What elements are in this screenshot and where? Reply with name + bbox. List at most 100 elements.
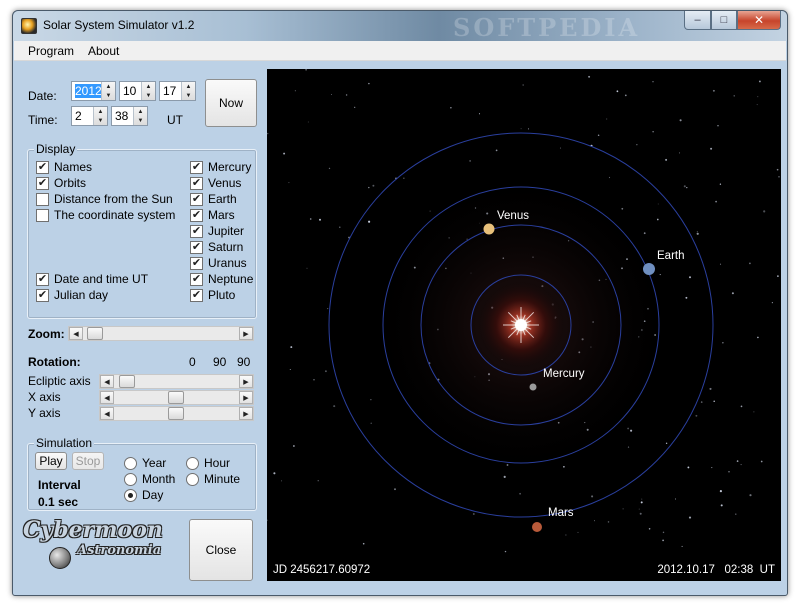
radio-dot-icon[interactable] (124, 472, 137, 486)
slider-track[interactable] (83, 327, 239, 340)
x-axis-slider[interactable]: ◀ ▶ (99, 390, 254, 405)
scroll-right-icon[interactable]: ▶ (239, 327, 253, 340)
scroll-right-icon[interactable]: ▶ (239, 391, 253, 404)
spin-down-icon[interactable]: ▼ (182, 91, 195, 100)
checkbox-pluto[interactable]: ✔ Pluto (190, 288, 235, 302)
month-spinner[interactable]: 10 ▲ ▼ (119, 81, 156, 101)
star (591, 495, 594, 498)
spin-up-icon[interactable]: ▲ (142, 82, 155, 91)
star (719, 490, 722, 493)
slider-thumb[interactable] (119, 375, 135, 388)
slider-track[interactable] (114, 391, 239, 404)
star (675, 498, 676, 500)
radio-dot-icon[interactable] (124, 488, 137, 502)
scroll-left-icon[interactable]: ◀ (69, 327, 83, 340)
checkmark-icon[interactable]: ✔ (190, 272, 203, 286)
checkbox-uranus[interactable]: ✔ Uranus (190, 256, 247, 270)
checkmark-icon[interactable]: ✔ (190, 224, 203, 238)
close-window-button[interactable]: ✕ (737, 11, 781, 30)
checkbox-distance-from-the-sun[interactable]: Distance from the Sun (36, 192, 173, 206)
checkmark-icon[interactable]: ✔ (36, 272, 49, 286)
radio-day[interactable]: Day (124, 488, 163, 502)
stop-button[interactable]: Stop (72, 452, 104, 470)
minimize-button[interactable]: – (684, 11, 711, 30)
scroll-right-icon[interactable]: ▶ (239, 375, 253, 388)
checkmark-icon[interactable]: ✔ (190, 176, 203, 190)
solar-system-view[interactable]: Mercury Venus Earth Mars JD 2456217.60972 2… (267, 69, 781, 581)
scroll-right-icon[interactable]: ▶ (239, 407, 253, 420)
checkmark-icon[interactable]: ✔ (36, 160, 49, 174)
slider-thumb[interactable] (168, 391, 184, 404)
day-spinner[interactable]: 17 ▲ ▼ (159, 81, 196, 101)
planet-venus[interactable] (483, 223, 495, 235)
checkmark-icon[interactable]: ✔ (190, 288, 203, 302)
radio-month[interactable]: Month (124, 472, 175, 486)
hour-spinner[interactable]: 2 ▲ ▼ (71, 106, 108, 126)
play-button[interactable]: Play (35, 452, 67, 470)
spin-up-icon[interactable]: ▲ (102, 82, 115, 91)
checkbox-date-and-time-ut[interactable]: ✔ Date and time UT (36, 272, 148, 286)
zoom-slider[interactable]: ◀ ▶ (68, 326, 254, 341)
planet-earth[interactable] (643, 263, 655, 275)
planet-label-earth: Earth (657, 250, 685, 262)
star (715, 200, 717, 203)
slider-thumb[interactable] (168, 407, 184, 420)
radio-hour[interactable]: Hour (186, 456, 230, 470)
spin-up-icon[interactable]: ▲ (182, 82, 195, 91)
y-axis-slider[interactable]: ◀ ▶ (99, 406, 254, 421)
checkmark-icon[interactable]: ✔ (190, 160, 203, 174)
star (495, 149, 498, 152)
menu-about[interactable]: About (88, 44, 119, 58)
radio-minute[interactable]: Minute (186, 472, 240, 486)
checkbox-names[interactable]: ✔ Names (36, 160, 92, 174)
radio-dot-icon[interactable] (186, 456, 199, 470)
radio-dot-icon[interactable] (124, 456, 137, 470)
checkmark-icon[interactable]: ✔ (190, 256, 203, 270)
checkbox-empty-icon[interactable] (36, 208, 49, 222)
checkbox-the-coordinate-system[interactable]: The coordinate system (36, 208, 175, 222)
scroll-left-icon[interactable]: ◀ (100, 391, 114, 404)
now-button[interactable]: Now (205, 79, 257, 127)
star (313, 379, 315, 381)
checkbox-jupiter[interactable]: ✔ Jupiter (190, 224, 244, 238)
checkmark-icon[interactable]: ✔ (36, 176, 49, 190)
spin-up-icon[interactable]: ▲ (94, 107, 107, 116)
ecliptic-axis-slider[interactable]: ◀ ▶ (99, 374, 254, 389)
checkbox-earth[interactable]: ✔ Earth (190, 192, 237, 206)
planet-mars[interactable] (532, 522, 542, 532)
title-bar[interactable]: Solar System Simulator v1.2 SOFTPEDIA – … (13, 11, 787, 42)
checkmark-icon[interactable]: ✔ (190, 192, 203, 206)
radio-dot-icon[interactable] (186, 472, 199, 486)
checkbox-venus[interactable]: ✔ Venus (190, 176, 241, 190)
checkbox-mercury[interactable]: ✔ Mercury (190, 160, 251, 174)
checkbox-label: Julian day (54, 288, 109, 302)
scroll-left-icon[interactable]: ◀ (100, 375, 114, 388)
checkbox-mars[interactable]: ✔ Mars (190, 208, 235, 222)
checkmark-icon[interactable]: ✔ (36, 288, 49, 302)
spin-down-icon[interactable]: ▼ (142, 91, 155, 100)
spin-down-icon[interactable]: ▼ (102, 91, 115, 100)
checkbox-neptune[interactable]: ✔ Neptune (190, 272, 253, 286)
spin-down-icon[interactable]: ▼ (134, 116, 147, 125)
slider-track[interactable] (114, 407, 239, 420)
checkbox-orbits[interactable]: ✔ Orbits (36, 176, 86, 190)
planet-mercury[interactable] (529, 383, 537, 391)
year-spinner[interactable]: 2012 ▲ ▼ (71, 81, 116, 101)
spin-up-icon[interactable]: ▲ (134, 107, 147, 116)
spin-down-icon[interactable]: ▼ (94, 116, 107, 125)
checkmark-icon[interactable]: ✔ (190, 240, 203, 254)
slider-thumb[interactable] (87, 327, 103, 340)
rotation-y-value: 90 (237, 355, 251, 369)
checkmark-icon[interactable]: ✔ (190, 208, 203, 222)
star (450, 107, 452, 109)
menu-program[interactable]: Program (28, 44, 74, 58)
checkbox-empty-icon[interactable] (36, 192, 49, 206)
checkbox-julian-day[interactable]: ✔ Julian day (36, 288, 108, 302)
checkbox-saturn[interactable]: ✔ Saturn (190, 240, 243, 254)
maximize-button[interactable]: □ (711, 11, 737, 30)
radio-year[interactable]: Year (124, 456, 166, 470)
slider-track[interactable] (114, 375, 239, 388)
minute-spinner[interactable]: 38 ▲ ▼ (111, 106, 148, 126)
scroll-left-icon[interactable]: ◀ (100, 407, 114, 420)
close-button[interactable]: Close (189, 519, 253, 581)
